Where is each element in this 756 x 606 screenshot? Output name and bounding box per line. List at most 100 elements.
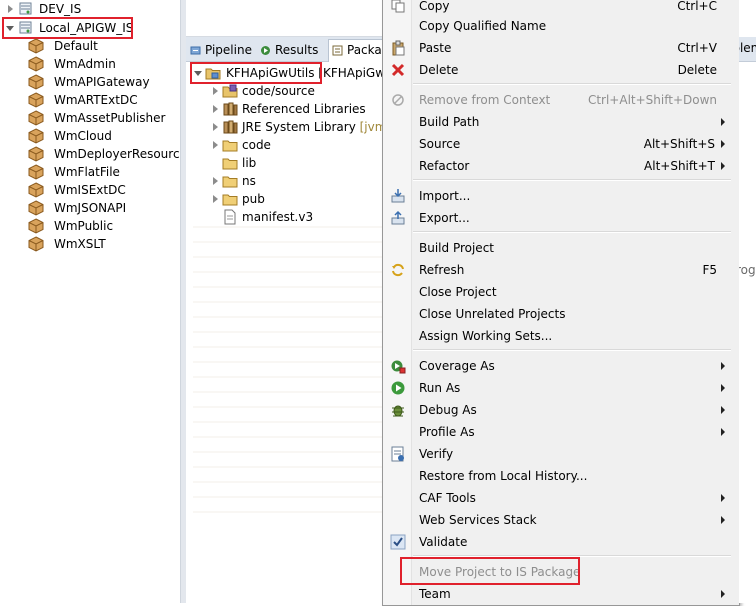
expand-icon[interactable] xyxy=(213,195,218,203)
expand-icon[interactable] xyxy=(213,177,218,185)
package-item[interactable]: WmFlatFile xyxy=(20,163,178,181)
package-item[interactable]: WmCloud xyxy=(20,127,178,145)
obscured-content xyxy=(193,226,383,526)
explorer-item[interactable]: pub xyxy=(210,190,380,208)
explorer-item[interactable]: code xyxy=(210,136,380,154)
tab-label: Results xyxy=(275,43,319,57)
menu-separator xyxy=(413,179,731,181)
package-item[interactable]: WmJSONAPI xyxy=(20,199,178,217)
verify-icon xyxy=(391,446,404,462)
explorer-item[interactable]: Referenced Libraries xyxy=(210,100,380,118)
pipeline-icon xyxy=(190,46,201,55)
menu-separator xyxy=(413,231,731,233)
highlight-box-server xyxy=(2,17,133,39)
package-icon xyxy=(28,146,44,162)
explorer-item[interactable]: ns xyxy=(210,172,380,190)
package-item[interactable]: WmAssetPublisher xyxy=(20,109,178,127)
menu-item-caf-tools[interactable]: CAF Tools xyxy=(383,487,739,509)
menu-item-build-path[interactable]: Build Path xyxy=(383,111,739,133)
explorer-item[interactable]: manifest.v3 xyxy=(210,208,380,226)
package-label: WmCloud xyxy=(54,129,112,143)
expand-icon[interactable] xyxy=(213,141,218,149)
menu-item-import[interactable]: Import... xyxy=(383,185,739,207)
package-item[interactable]: WmAPIGateway xyxy=(20,73,178,91)
package-item[interactable]: WmPublic xyxy=(20,217,178,235)
menu-item-source[interactable]: Source Alt+Shift+S xyxy=(383,133,739,155)
package-item[interactable]: Default xyxy=(20,37,178,55)
menu-item-coverage-as[interactable]: Coverage As xyxy=(383,355,739,377)
menu-item-close-project[interactable]: Close Project xyxy=(383,281,739,303)
menu-item-refactor[interactable]: Refactor Alt+Shift+T xyxy=(383,155,739,177)
menu-item-assign-working-sets[interactable]: Assign Working Sets... xyxy=(383,325,739,347)
menu-label: Import... xyxy=(419,189,471,203)
submenu-arrow-icon xyxy=(721,362,725,370)
explorer-item-label: Referenced Libraries xyxy=(242,102,366,116)
folder-icon xyxy=(222,194,238,206)
expand-icon[interactable] xyxy=(8,5,13,13)
submenu-arrow-icon xyxy=(721,406,725,414)
menu-item-close-unrelated-projects[interactable]: Close Unrelated Projects xyxy=(383,303,739,325)
checkmark-icon xyxy=(390,534,406,550)
menu-item-remove-from-context[interactable]: Remove from Context Ctrl+Alt+Shift+Down xyxy=(383,89,739,111)
tab-label: Pipeline xyxy=(205,43,252,57)
package-label: WmAPIGateway xyxy=(54,75,150,89)
view-tab-strip: Pipeline Results Packag xyxy=(186,37,391,62)
explorer-item[interactable]: code/source xyxy=(210,82,380,100)
menu-item-copy-qualified-name[interactable]: Copy Qualified Name xyxy=(383,15,739,37)
package-icon xyxy=(28,110,44,126)
menu-label: Copy Qualified Name xyxy=(419,19,547,33)
menu-accel: Ctrl+Alt+Shift+Down xyxy=(587,93,717,107)
menu-accel: F5 xyxy=(702,263,717,277)
tree-item-dev-is[interactable]: DEV_IS xyxy=(6,0,176,18)
package-item[interactable]: WmDeployerResource xyxy=(20,145,187,163)
tab-results[interactable]: Results xyxy=(260,40,318,60)
explorer-item[interactable]: lib xyxy=(210,154,380,172)
highlight-box-menu-item xyxy=(400,557,580,585)
menu-label: Build Path xyxy=(419,115,480,129)
package-item[interactable]: WmARTExtDC xyxy=(20,91,178,109)
menu-item-run-as[interactable]: Run As xyxy=(383,377,739,399)
package-label: WmPublic xyxy=(54,219,114,233)
expand-icon[interactable] xyxy=(213,123,218,131)
package-item[interactable]: WmAdmin xyxy=(20,55,178,73)
menu-label: Web Services Stack xyxy=(419,513,537,527)
explorer-item-label: pub xyxy=(242,192,265,206)
menu-label: Source xyxy=(419,137,461,151)
package-label: WmJSONAPI xyxy=(54,201,127,215)
server-tree: DEV_IS Local_APIGW_IS Default WmAdmin WmAP… xyxy=(0,0,187,603)
menu-item-export[interactable]: Export... xyxy=(383,207,739,229)
package-icon xyxy=(28,200,44,216)
menu-label: Assign Working Sets... xyxy=(419,329,553,343)
menu-item-profile-as[interactable]: Profile As xyxy=(383,421,739,443)
menu-label: Paste xyxy=(419,41,452,55)
explorer-item[interactable]: JRE System Library [jvm] xyxy=(210,118,391,136)
menu-label: Close Unrelated Projects xyxy=(419,307,566,321)
package-item[interactable]: WmXSLT xyxy=(20,235,178,253)
expand-icon[interactable] xyxy=(213,87,218,95)
package-label: WmDeployerResource xyxy=(54,147,187,161)
package-icon xyxy=(28,236,44,252)
menu-label: Run As xyxy=(419,381,461,395)
menu-item-paste[interactable]: Paste Ctrl+V xyxy=(383,37,739,59)
package-label: WmAdmin xyxy=(54,57,116,71)
expand-icon[interactable] xyxy=(213,105,218,113)
clipped-tab-label: oblem xyxy=(739,41,756,55)
menu-item-restore-from-local-history[interactable]: Restore from Local History... xyxy=(383,465,739,487)
library-icon xyxy=(223,120,238,134)
results-icon xyxy=(261,46,270,55)
menu-item-verify[interactable]: Verify xyxy=(383,443,739,465)
package-icon xyxy=(28,38,44,54)
folder-icon xyxy=(222,140,238,152)
import-icon xyxy=(391,189,405,203)
menu-item-refresh[interactable]: Refresh F5 xyxy=(383,259,739,281)
menu-item-validate[interactable]: Validate xyxy=(383,531,739,553)
refresh-icon xyxy=(392,263,404,277)
package-item[interactable]: WmISExtDC xyxy=(20,181,178,199)
menu-item-delete[interactable]: Delete Delete xyxy=(383,59,739,81)
copy-icon xyxy=(391,0,405,13)
menu-item-debug-as[interactable]: Debug As xyxy=(383,399,739,421)
tab-pipeline[interactable]: Pipeline xyxy=(190,40,252,60)
menu-item-build-project[interactable]: Build Project xyxy=(383,237,739,259)
menu-item-team[interactable]: Team xyxy=(383,583,739,605)
menu-item-web-services-stack[interactable]: Web Services Stack xyxy=(383,509,739,531)
